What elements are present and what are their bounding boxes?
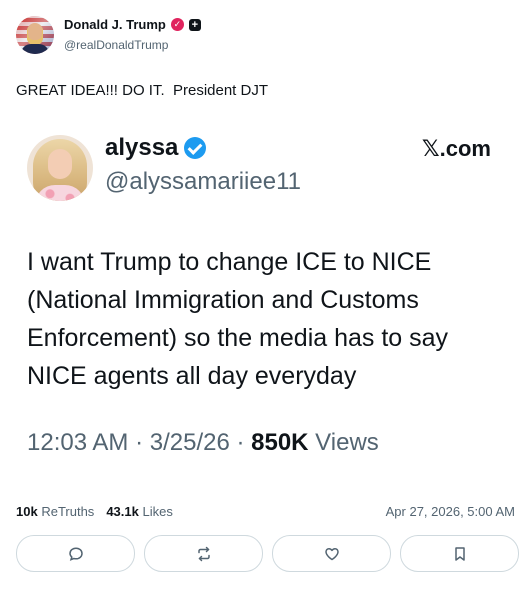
verified-check-icon (184, 137, 207, 159)
embed-avatar (27, 135, 93, 201)
likes-stat[interactable]: 43.1k Likes (106, 504, 173, 519)
verified-badge-icon: ✓ (170, 18, 184, 31)
author-name-row: Donald J. Trump ✓ + (64, 17, 201, 32)
embed-meta: 12:03 AM · 3/25/26 · 850K Views (27, 429, 379, 457)
embed-views-count: 850K (251, 429, 309, 456)
likes-count: 43.1k (106, 504, 139, 519)
bookmark-icon (454, 546, 465, 561)
bookmark-button[interactable] (400, 535, 519, 572)
embed-text: I want Trump to change ICE to NICE (Nati… (27, 248, 449, 390)
retruths-stat[interactable]: 10k ReTruths (16, 504, 94, 519)
embed-handle: @alyssamariiee11 (105, 168, 301, 195)
retruths-count: 10k (16, 504, 38, 519)
embed-time: 12:03 AM · 3/25/26 · (27, 429, 252, 456)
embed-views-label: Views (308, 429, 379, 456)
retruth-icon (197, 546, 210, 561)
author-handle[interactable]: @realDonaldTrump (64, 38, 168, 52)
truth-post: Donald J. Trump ✓ + @realDonaldTrump GRE… (0, 0, 532, 589)
embedded-tweet-image[interactable]: alyssa @alyssamariiee11 𝕏.com I want Tru… (0, 113, 532, 473)
like-icon (324, 547, 339, 560)
post-timestamp[interactable]: Apr 27, 2026, 5:00 AM (386, 504, 515, 519)
retruth-button[interactable] (144, 535, 263, 572)
embed-source: 𝕏.com (421, 136, 491, 161)
reply-icon (68, 546, 83, 561)
action-bar (16, 535, 519, 572)
embed-name-row: alyssa (105, 134, 207, 162)
reply-button[interactable] (16, 535, 135, 572)
post-text: GREAT IDEA!!! DO IT. President DJT (16, 82, 269, 99)
author-avatar[interactable] (16, 16, 54, 54)
follow-plus-icon[interactable]: + (188, 18, 201, 31)
like-button[interactable] (272, 535, 391, 572)
embed-display-name: alyssa (105, 134, 179, 161)
likes-label: Likes (142, 504, 173, 519)
x-com-logo: 𝕏.com (422, 136, 491, 162)
retruths-label: ReTruths (41, 504, 95, 519)
author-display-name[interactable]: Donald J. Trump (64, 17, 166, 32)
engagement-stats: 10k ReTruths 43.1k Likes (16, 504, 173, 519)
